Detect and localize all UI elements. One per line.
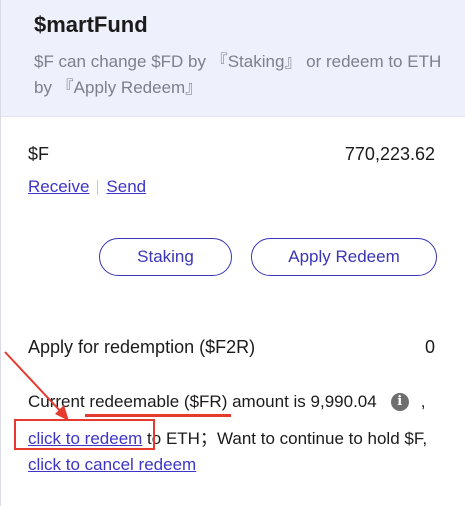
click-to-redeem-link[interactable]: click to redeem xyxy=(28,429,142,448)
staking-button[interactable]: Staking xyxy=(99,238,232,276)
header-subtitle: $F can change $FD by 『Staking』 or redeem… xyxy=(34,52,442,97)
header-divider xyxy=(1,116,465,117)
redeem-line: click to redeem to ETH；Want to continue … xyxy=(28,424,427,449)
info-icon[interactable]: i xyxy=(390,393,409,411)
red-underline-annotation xyxy=(85,414,232,417)
info-suffix: amount is 9,990.04 xyxy=(227,392,377,411)
redeemable-text: redeemable ($FR) xyxy=(89,392,228,411)
balance-row: $F 770,223.62 xyxy=(28,144,435,165)
info-prefix: Current xyxy=(28,392,90,411)
info-comma: , xyxy=(420,392,426,411)
to-eth-text: to ETH；Want to continue to hold $F, xyxy=(142,429,428,448)
page-title: $martFund xyxy=(34,12,148,37)
redeemable-info: Current redeemable ($FR) amount is 9,990… xyxy=(28,392,426,417)
balance-amount: 770,223.62 xyxy=(344,144,435,164)
redemption-value: 0 xyxy=(424,337,435,357)
cancel-redeem-link[interactable]: click to cancel redeem xyxy=(28,455,196,474)
redeemable-highlight: redeemable ($FR) xyxy=(85,392,232,417)
redemption-label: Apply for redemption ($F2R) xyxy=(28,337,256,357)
receive-link[interactable]: Receive xyxy=(28,177,89,197)
header: $martFund $F can change $FD by 『Staking』… xyxy=(1,0,465,116)
redemption-row: Apply for redemption ($F2R) 0 xyxy=(28,337,435,358)
link-separator xyxy=(97,179,99,195)
smartfund-panel: $martFund $F can change $FD by 『Staking』… xyxy=(0,0,465,506)
balance-symbol: $F xyxy=(28,144,50,164)
balance-links: Receive Send xyxy=(28,177,146,197)
cancel-line: click to cancel redeem xyxy=(28,455,196,475)
apply-redeem-button[interactable]: Apply Redeem xyxy=(251,238,437,276)
send-link[interactable]: Send xyxy=(106,177,146,197)
